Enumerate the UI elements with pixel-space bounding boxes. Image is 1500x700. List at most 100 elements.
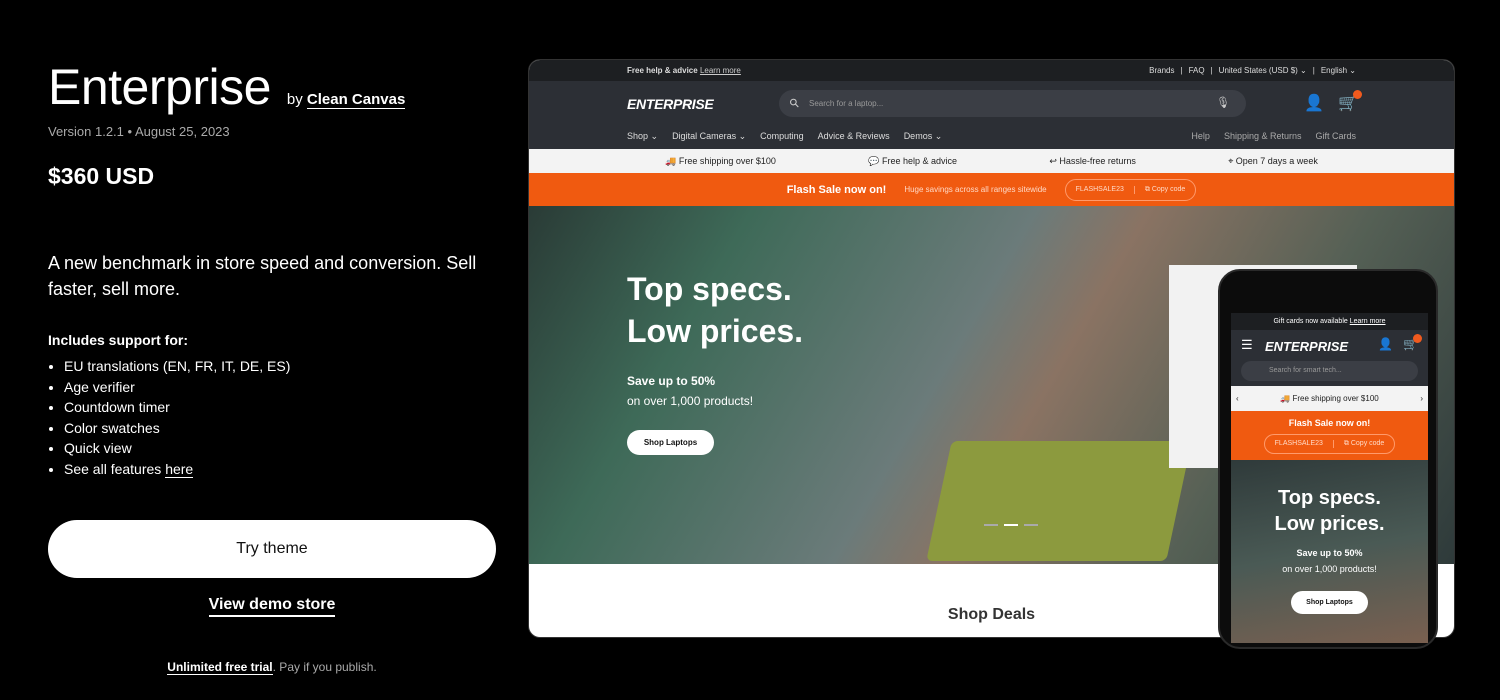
- search-input[interactable]: Search for smart tech...: [1241, 361, 1418, 381]
- flash-sub: Huge savings across all ranges sitewide: [904, 185, 1047, 194]
- usp-item: ↩ Hassle-free returns: [1049, 155, 1136, 166]
- tagline: A new benchmark in store speed and conve…: [48, 253, 477, 299]
- sep: |: [1210, 66, 1213, 75]
- slider-dots: [984, 524, 1038, 526]
- see-all-features-link[interactable]: here: [165, 460, 194, 478]
- sep: |: [1180, 66, 1183, 75]
- usp-item: 💬 Free help & advice: [868, 155, 957, 166]
- theme-title: Enterprise: [48, 59, 271, 115]
- flash-title: Flash Sale now on!: [1288, 418, 1371, 428]
- mobile-hero: Top specs. Low prices. Save up to 50% on o…: [1231, 460, 1428, 643]
- cart-badge: [1413, 334, 1422, 343]
- cart-badge: [1353, 90, 1362, 99]
- learn-more-link[interactable]: Learn more: [1350, 318, 1386, 325]
- feature-item: Color swatches: [64, 418, 496, 439]
- search-input[interactable]: Search for a laptop... 🎙: [779, 90, 1246, 117]
- feature-item: Countdown timer: [64, 397, 496, 418]
- feature-list: EU translations (EN, FR, IT, DE, ES) Age…: [48, 356, 496, 479]
- free-trial-link[interactable]: Unlimited free trial: [167, 660, 273, 675]
- flash-sale-bar: Flash Sale now on! FLASHSALE23 ⧉ Copy cod…: [1231, 411, 1428, 460]
- copy-code-button[interactable]: ⧉ Copy code: [1133, 185, 1195, 194]
- announcement-text: Free help & advice: [627, 66, 698, 75]
- language-select[interactable]: English ⌄: [1321, 66, 1356, 75]
- hero-save: Save up to 50%: [1296, 548, 1363, 558]
- account-icon[interactable]: 👤: [1304, 93, 1324, 113]
- flash-sale-bar: Flash Sale now on! Huge savings across a…: [529, 173, 1454, 206]
- search-placeholder: Search for a laptop...: [809, 99, 884, 108]
- sep: |: [1312, 66, 1315, 75]
- author-line: by Clean Canvas: [286, 91, 406, 109]
- shop-laptops-button[interactable]: Shop Laptops: [627, 430, 714, 455]
- nav-demos[interactable]: Demos ⌄: [904, 131, 943, 142]
- nav-shipping[interactable]: Shipping & Returns: [1224, 131, 1302, 142]
- hero-line: Top specs.: [627, 271, 792, 307]
- demo-link-wrap: View demo store: [0, 596, 544, 617]
- top-links: Brands | FAQ | United States (USD $) ⌄ | En…: [1149, 66, 1356, 75]
- try-theme-button[interactable]: Try theme: [48, 520, 496, 578]
- mobile-header: ☰ ENTERPRISE 👤 🛒 Search for smart tech...: [1231, 330, 1428, 386]
- feature-item: EU translations (EN, FR, IT, DE, ES): [64, 356, 496, 377]
- shop-laptops-button[interactable]: Shop Laptops: [1291, 591, 1368, 614]
- view-demo-store-link[interactable]: View demo store: [208, 596, 336, 617]
- hamburger-icon[interactable]: ☰: [1241, 337, 1253, 353]
- nav-help[interactable]: Help: [1191, 131, 1210, 142]
- nav-shop[interactable]: Shop ⌄: [627, 131, 658, 142]
- slide-dot[interactable]: [1004, 524, 1018, 526]
- announcement-bar: Free help & advice Learn more Brands | FA…: [529, 60, 1454, 81]
- hero-heading: Top specs. Low prices.: [627, 268, 803, 352]
- main-nav: Shop ⌄ Digital Cameras ⌄ Computing Advic…: [627, 131, 1356, 142]
- flash-title: Flash Sale now on!: [786, 183, 887, 196]
- includes-heading: Includes support for:: [48, 332, 188, 348]
- hero-line: Low prices.: [1274, 513, 1385, 535]
- usp-item: ⌖ Open 7 days a week: [1228, 155, 1318, 166]
- hero-line: Top specs.: [1278, 487, 1381, 509]
- header-icons: 👤 🛒: [1304, 90, 1362, 113]
- hero-subtext: Save up to 50% on over 1,000 products!: [1231, 545, 1428, 577]
- store-header: ENTERPRISE Search for a laptop...🎙 👤🛒 Sh…: [529, 81, 1454, 149]
- usp-bar: ‹ 🚚 Free shipping over $100 ›: [1231, 386, 1428, 411]
- faq-link[interactable]: FAQ: [1189, 66, 1205, 75]
- price: $360 USD: [48, 163, 155, 189]
- store-logo[interactable]: ENTERPRISE: [627, 96, 714, 112]
- nav-digital-cameras[interactable]: Digital Cameras ⌄: [672, 131, 746, 142]
- author-link[interactable]: Clean Canvas: [306, 91, 406, 109]
- next-icon[interactable]: ›: [1420, 394, 1423, 403]
- hero-save: Save up to 50%: [627, 374, 716, 388]
- store-logo[interactable]: ENTERPRISE: [1265, 339, 1348, 354]
- usp-item: 🚚 Free shipping over $100: [1280, 394, 1379, 403]
- hero-sub: on over 1,000 products!: [627, 394, 754, 408]
- theme-info: Enterprise by Clean Canvas Version 1.2.1…: [48, 58, 496, 479]
- prev-icon[interactable]: ‹: [1236, 394, 1239, 403]
- copy-code-button[interactable]: ⧉ Copy code: [1332, 439, 1394, 448]
- account-icon[interactable]: 👤: [1378, 337, 1393, 351]
- mic-icon[interactable]: 🎙: [1216, 96, 1230, 109]
- see-all-label: See all features: [64, 460, 162, 477]
- by-label: by: [286, 91, 303, 108]
- brands-link[interactable]: Brands: [1149, 66, 1174, 75]
- laptop-image: [926, 441, 1192, 561]
- currency-select[interactable]: United States (USD $) ⌄: [1219, 66, 1307, 75]
- promo-code: FLASHSALE23 ⧉ Copy code: [1064, 178, 1197, 201]
- slide-dot[interactable]: [1024, 524, 1038, 526]
- hero-heading: Top specs. Low prices.: [1231, 485, 1428, 537]
- announcement: Free help & advice Learn more: [627, 66, 741, 75]
- mobile-screen: Gift cards now available Learn more ☰ EN…: [1231, 313, 1428, 643]
- nav-gift-cards[interactable]: Gift Cards: [1315, 131, 1356, 142]
- slide-dot[interactable]: [984, 524, 998, 526]
- feature-item: See all features here: [64, 459, 496, 480]
- code-text: FLASHSALE23: [1075, 186, 1124, 193]
- version-info: Version 1.2.1 • August 25, 2023: [48, 124, 230, 139]
- trial-note: Unlimited free trial. Pay if you publish…: [0, 660, 544, 675]
- learn-more-link[interactable]: Learn more: [700, 66, 741, 75]
- hero-subtext: Save up to 50% on over 1,000 products!: [627, 371, 753, 411]
- nav-computing[interactable]: Computing: [760, 131, 804, 142]
- cart-icon[interactable]: 🛒: [1338, 90, 1362, 113]
- cart-icon[interactable]: 🛒: [1403, 334, 1422, 351]
- usp-item: 🚚 Free shipping over $100: [665, 155, 776, 166]
- announcement-text: Gift cards now available: [1273, 318, 1348, 325]
- nav-advice[interactable]: Advice & Reviews: [818, 131, 890, 142]
- mobile-preview: Gift cards now available Learn more ☰ EN…: [1218, 269, 1438, 649]
- nav-right: Help Shipping & Returns Gift Cards: [1191, 131, 1356, 142]
- usp-bar: 🚚 Free shipping over $100 💬 Free help & …: [529, 149, 1454, 173]
- header-icons: 👤 🛒: [1378, 334, 1422, 351]
